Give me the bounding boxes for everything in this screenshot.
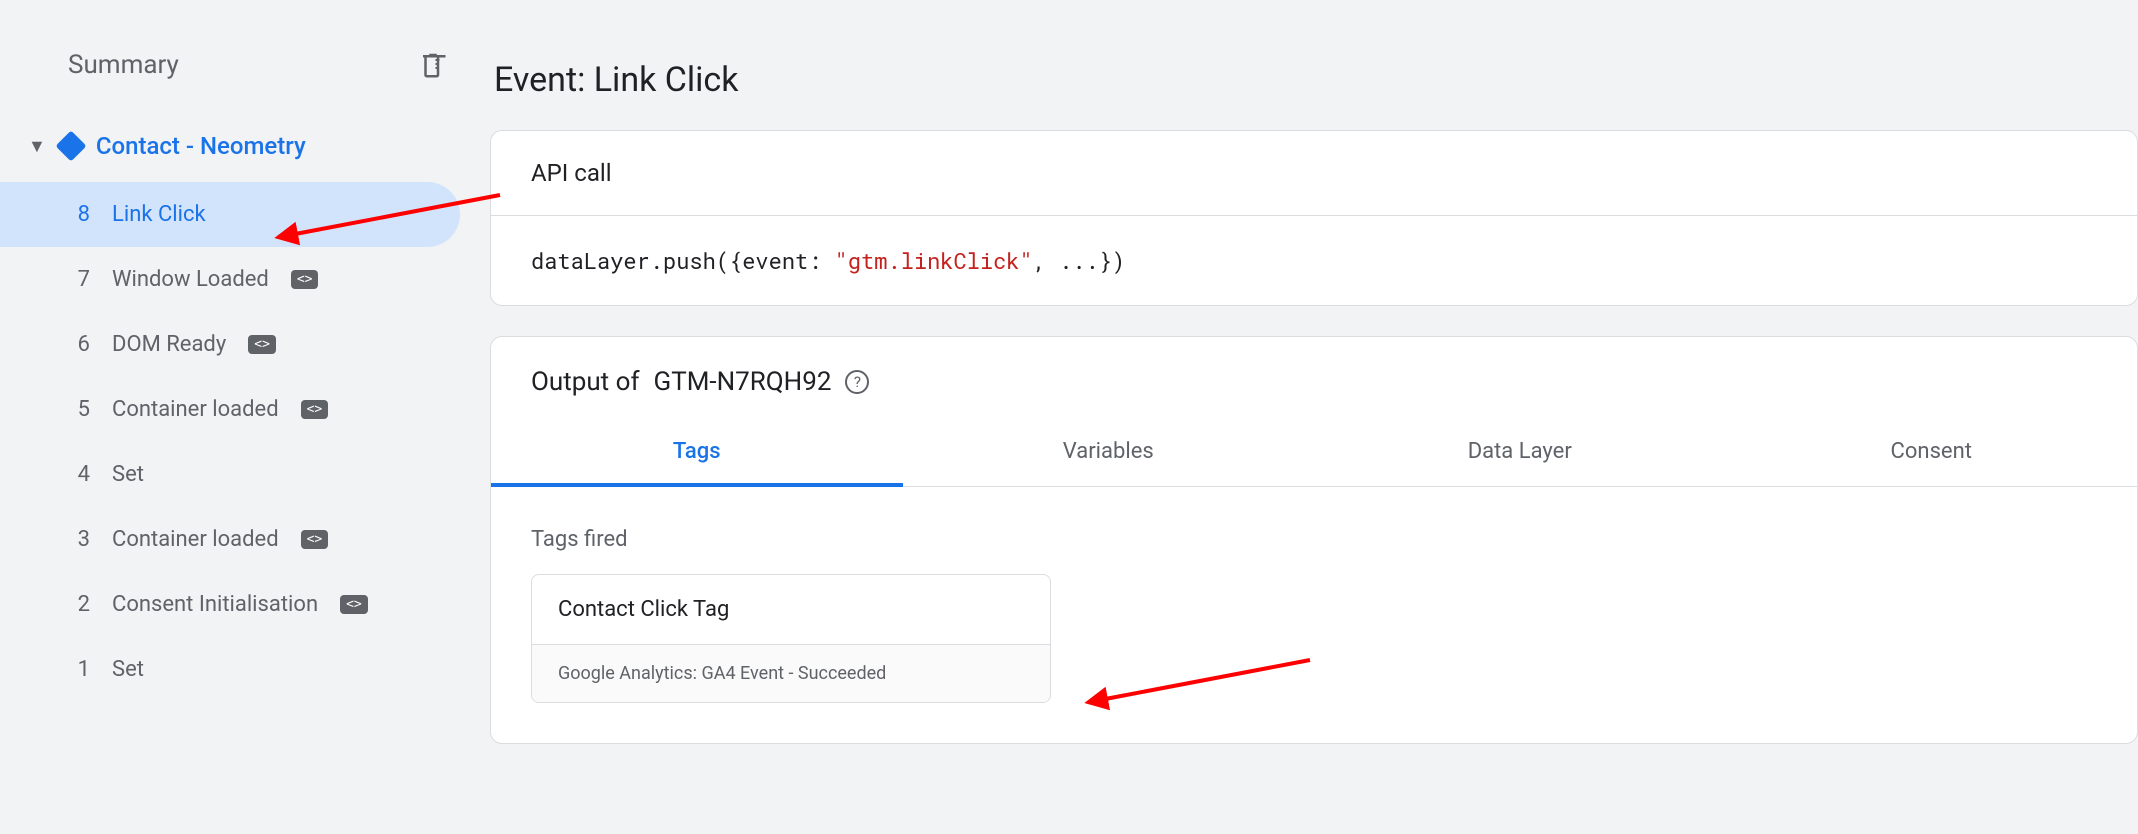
tab-data-layer[interactable]: Data Layer [1314, 417, 1726, 486]
api-card-body: dataLayer.push({event: "gtm.linkClick", … [491, 216, 2137, 305]
tags-fired-section: Tags fired Contact Click Tag Google Anal… [491, 487, 2137, 743]
event-list: 8 Link Click 7 Window Loaded <> 6 DOM Re… [0, 182, 490, 702]
tags-fired-label: Tags fired [531, 527, 2097, 552]
clear-events-button[interactable] [416, 48, 450, 82]
output-container-id: GTM-N7RQH92 [653, 367, 831, 397]
event-row-consent-init[interactable]: 2 Consent Initialisation <> [0, 572, 460, 637]
code-badge-icon: <> [301, 400, 329, 419]
event-label: DOM Ready [112, 332, 226, 357]
event-row-container-loaded-5[interactable]: 5 Container loaded <> [0, 377, 460, 442]
help-icon[interactable]: ? [845, 370, 869, 394]
main-content: Event: Link Click API call dataLayer.pus… [490, 0, 2138, 834]
event-row-window-loaded[interactable]: 7 Window Loaded <> [0, 247, 460, 312]
event-row-dom-ready[interactable]: 6 DOM Ready <> [0, 312, 460, 377]
summary-row[interactable]: Summary [0, 28, 490, 122]
api-call-card: API call dataLayer.push({event: "gtm.lin… [490, 130, 2138, 306]
event-row-set-1[interactable]: 1 Set [0, 637, 460, 702]
event-label: Consent Initialisation [112, 592, 318, 617]
event-num: 5 [70, 397, 90, 422]
fired-tag-name: Contact Click Tag [532, 575, 1050, 644]
event-row-link-click[interactable]: 8 Link Click [0, 182, 460, 247]
output-heading-prefix: Output of [531, 367, 639, 397]
code-badge-icon: <> [248, 335, 276, 354]
fired-tag-card[interactable]: Contact Click Tag Google Analytics: GA4 … [531, 574, 1051, 703]
sidebar: Summary ▼ Contact - Neometry 8 Link Clic… [0, 0, 490, 834]
event-num: 1 [70, 657, 90, 682]
clear-icon [418, 50, 448, 80]
event-row-container-loaded-3[interactable]: 3 Container loaded <> [0, 507, 460, 572]
event-num: 2 [70, 592, 90, 617]
page-diamond-icon [55, 130, 86, 161]
api-card-heading: API call [491, 131, 2137, 216]
tab-tags[interactable]: Tags [491, 417, 903, 486]
event-num: 7 [70, 267, 90, 292]
event-label: Set [112, 462, 144, 487]
event-label: Container loaded [112, 397, 279, 422]
event-label: Window Loaded [112, 267, 269, 292]
output-heading: Output of GTM-N7RQH92 ? [491, 367, 2137, 417]
page-node[interactable]: ▼ Contact - Neometry [0, 122, 490, 170]
tab-row: Tags Variables Data Layer Consent [491, 417, 2137, 487]
event-num: 4 [70, 462, 90, 487]
event-num: 3 [70, 527, 90, 552]
page-title: Event: Link Click [494, 60, 2138, 100]
code-string: "gtm.linkClick" [835, 246, 1033, 275]
code-badge-icon: <> [301, 530, 329, 549]
event-label: Link Click [112, 202, 206, 227]
code-prefix: dataLayer.push({event: [531, 246, 835, 275]
event-label: Set [112, 657, 144, 682]
output-card: Output of GTM-N7RQH92 ? Tags Variables D… [490, 336, 2138, 744]
event-label: Container loaded [112, 527, 279, 552]
fired-tag-detail: Google Analytics: GA4 Event - Succeeded [532, 644, 1050, 702]
caret-down-icon: ▼ [28, 136, 46, 157]
summary-label: Summary [68, 50, 179, 80]
event-row-set-4[interactable]: 4 Set [0, 442, 460, 507]
page-node-title: Contact - Neometry [96, 132, 306, 160]
tab-variables[interactable]: Variables [903, 417, 1315, 486]
code-badge-icon: <> [291, 270, 319, 289]
tab-consent[interactable]: Consent [1726, 417, 2138, 486]
code-badge-icon: <> [340, 595, 368, 614]
event-num: 6 [70, 332, 90, 357]
code-suffix: , ...}) [1033, 246, 1125, 275]
event-num: 8 [70, 202, 90, 227]
